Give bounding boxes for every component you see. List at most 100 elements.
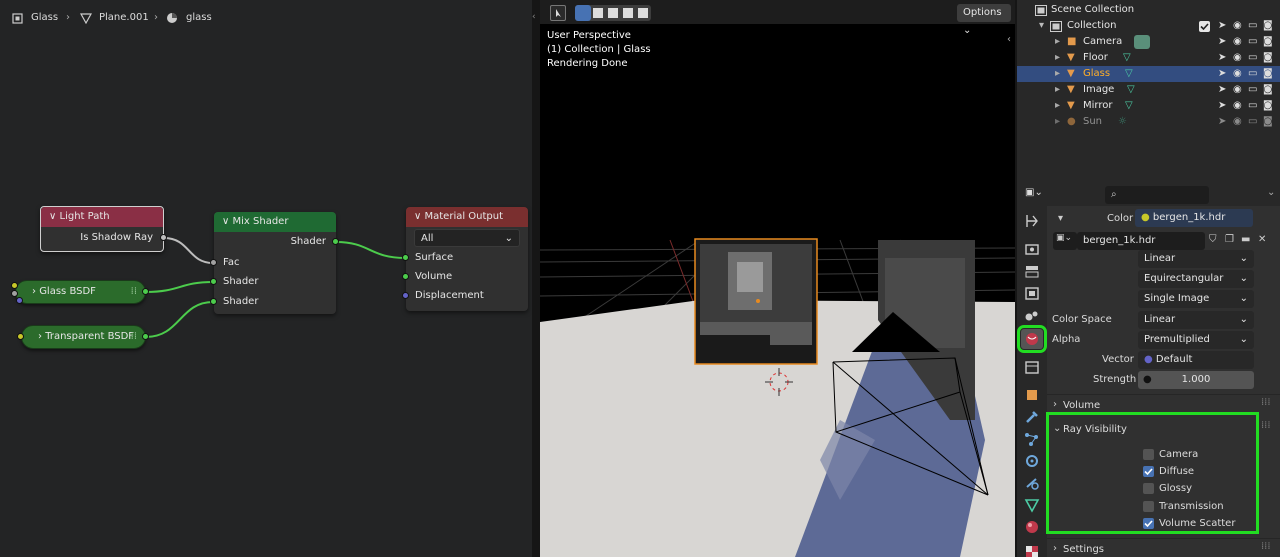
output-tab-icon[interactable] bbox=[1021, 261, 1043, 281]
close-icon[interactable]: ✕ bbox=[1258, 234, 1266, 245]
constraints-tab-icon[interactable] bbox=[1021, 473, 1043, 493]
socket-shader-in-1[interactable] bbox=[210, 278, 217, 285]
eye-icon[interactable]: ◉ bbox=[1233, 34, 1242, 50]
checkbox[interactable] bbox=[1143, 449, 1154, 460]
projection-dropdown[interactable]: Equirectangular ⌄ bbox=[1138, 270, 1254, 288]
eye-icon[interactable]: ◉ bbox=[1233, 50, 1242, 66]
outliner-item-camera[interactable]: ▸ ■ Camera ➤ ◉ ▭ ◙ bbox=[1017, 34, 1280, 50]
select-arrow-icon[interactable]: ➤ bbox=[1218, 98, 1226, 114]
checkbox[interactable] bbox=[1143, 518, 1154, 529]
select-new-icon[interactable] bbox=[575, 5, 591, 21]
interpolation-dropdown[interactable]: Linear ⌄ bbox=[1138, 250, 1254, 268]
expand-toggle-icon[interactable]: ▾ bbox=[1039, 18, 1044, 34]
folder-icon[interactable]: ▬ bbox=[1241, 234, 1250, 245]
eye-icon[interactable]: ◉ bbox=[1233, 98, 1242, 114]
monitor-icon[interactable]: ▭ bbox=[1248, 114, 1257, 130]
select-arrow-icon[interactable]: ➤ bbox=[1218, 34, 1226, 50]
camera-render-icon[interactable]: ◙ bbox=[1263, 18, 1273, 34]
mesh-data-icon[interactable]: ▽ bbox=[1125, 66, 1133, 82]
select-tool-icon[interactable] bbox=[550, 5, 566, 21]
strength-field[interactable]: ● 1.000 bbox=[1138, 371, 1254, 389]
collection-row[interactable]: ▾ Collection ➤ ◉ ▭ ◙ bbox=[1017, 18, 1280, 34]
socket-glass-roughness[interactable] bbox=[11, 290, 18, 297]
data-tab-icon[interactable] bbox=[1021, 495, 1043, 515]
image-browse-icon[interactable]: ▣⌄ bbox=[1053, 232, 1077, 250]
scene-collection-row[interactable]: Scene Collection bbox=[1017, 2, 1280, 18]
options-button[interactable]: Options ⌄ bbox=[957, 4, 1011, 36]
exclude-checkbox[interactable] bbox=[1199, 21, 1210, 32]
outliner-item-sun[interactable]: ▸ ● Sun ☼ ➤ ◉ ▭ ◙ bbox=[1017, 114, 1280, 130]
socket-transparent-color[interactable] bbox=[17, 333, 24, 340]
collapse-icon[interactable]: ▾ bbox=[1058, 213, 1063, 224]
socket-surface[interactable] bbox=[402, 254, 409, 261]
expand-toggle-icon[interactable]: ▸ bbox=[1055, 98, 1060, 114]
texture-tab-icon[interactable] bbox=[1021, 542, 1043, 557]
ray-diffuse-toggle[interactable]: Diffuse bbox=[1143, 465, 1263, 479]
source-dropdown[interactable]: Single Image ⌄ bbox=[1138, 290, 1254, 308]
chevron-down-icon[interactable]: ⌄ bbox=[1267, 187, 1275, 198]
camera-render-icon[interactable]: ◙ bbox=[1263, 66, 1273, 82]
drag-handle-icon[interactable]: ⁞⁞⁞ bbox=[1261, 541, 1271, 552]
camera-render-icon[interactable]: ◙ bbox=[1263, 114, 1273, 130]
outliner-item-mirror[interactable]: ▸ ▼ Mirror ▽ ➤ ◉ ▭ ◙ bbox=[1017, 98, 1280, 114]
shader-node-editor[interactable]: Glass › Plane.001 › glass ∨ Light Path I… bbox=[0, 0, 532, 557]
select-arrow-icon[interactable]: ➤ bbox=[1218, 50, 1226, 66]
fake-user-shield-icon[interactable]: ⛉ bbox=[1209, 234, 1217, 245]
socket-is-shadow-ray[interactable] bbox=[160, 234, 167, 241]
drag-handle-icon[interactable]: ⁞⁞⁞ bbox=[1261, 420, 1271, 431]
eye-icon[interactable]: ◉ bbox=[1233, 18, 1242, 34]
editor-type-icon[interactable]: ▣⌄ bbox=[1025, 187, 1043, 198]
collection-tab-icon[interactable] bbox=[1021, 357, 1043, 377]
scene-tab-icon[interactable] bbox=[1021, 305, 1043, 325]
select-extend-icon[interactable] bbox=[593, 8, 603, 18]
socket-shader-out[interactable] bbox=[332, 238, 339, 245]
select-arrow-icon[interactable]: ➤ bbox=[1218, 18, 1226, 34]
sun-data-icon[interactable]: ☼ bbox=[1118, 114, 1127, 130]
mesh-data-icon[interactable]: ▽ bbox=[1123, 50, 1131, 66]
camera-data-icon[interactable] bbox=[1134, 35, 1150, 49]
chevron-left-icon[interactable]: ‹ bbox=[1007, 34, 1011, 45]
collapse-icon[interactable]: ⌄ bbox=[1053, 423, 1061, 434]
camera-render-icon[interactable]: ◙ bbox=[1263, 34, 1273, 50]
outliner-item-floor[interactable]: ▸ ▼ Floor ▽ ➤ ◉ ▭ ◙ bbox=[1017, 50, 1280, 66]
select-invert-icon[interactable] bbox=[623, 8, 633, 18]
object-tab-icon[interactable] bbox=[1021, 385, 1043, 405]
expand-toggle-icon[interactable]: ▸ bbox=[1055, 34, 1060, 50]
checkbox[interactable] bbox=[1143, 501, 1154, 512]
socket-fac[interactable] bbox=[210, 259, 217, 266]
expand-toggle-icon[interactable]: ▸ bbox=[1055, 66, 1060, 82]
ray-glossy-toggle[interactable]: Glossy bbox=[1143, 482, 1263, 496]
select-arrow-icon[interactable]: ➤ bbox=[1218, 114, 1226, 130]
monitor-icon[interactable]: ▭ bbox=[1248, 34, 1257, 50]
monitor-icon[interactable]: ▭ bbox=[1248, 66, 1257, 82]
particles-tab-icon[interactable] bbox=[1021, 429, 1043, 449]
select-arrow-icon[interactable]: ➤ bbox=[1218, 82, 1226, 98]
world-tab-icon[interactable] bbox=[1017, 325, 1047, 353]
render-tab-icon[interactable] bbox=[1021, 239, 1043, 259]
outliner-item-glass[interactable]: ▸ ▼ Glass ▽ ➤ ◉ ▭ ◙ bbox=[1017, 66, 1280, 82]
3d-viewport[interactable]: Options ⌄ User Perspective (1) Collectio… bbox=[540, 0, 1015, 557]
collapse-icon[interactable]: ∨ bbox=[414, 211, 425, 222]
color-space-dropdown[interactable]: Linear ⌄ bbox=[1138, 311, 1254, 329]
socket-glass-color[interactable] bbox=[11, 282, 18, 289]
socket-displacement[interactable] bbox=[402, 292, 409, 299]
drag-handle-icon[interactable]: ⁞⁞⁞ bbox=[1261, 397, 1271, 408]
area-divider[interactable]: ‹ bbox=[532, 0, 540, 557]
outliner[interactable]: Scene Collection ▾ Collection ➤ ◉ ▭ ◙ ▸ … bbox=[1017, 0, 1280, 182]
collapse-icon[interactable]: ∨ bbox=[49, 211, 60, 222]
monitor-icon[interactable]: ▭ bbox=[1248, 98, 1257, 114]
monitor-icon[interactable]: ▭ bbox=[1248, 18, 1257, 34]
socket-volume[interactable] bbox=[402, 273, 409, 280]
ray-transmission-toggle[interactable]: Transmission bbox=[1143, 500, 1263, 514]
checkbox[interactable] bbox=[1143, 466, 1154, 477]
vector-field[interactable]: ● Default bbox=[1138, 351, 1254, 369]
properties-search[interactable]: ⌕ bbox=[1105, 186, 1209, 204]
collapse-icon[interactable]: ∨ bbox=[222, 216, 233, 227]
camera-render-icon[interactable]: ◙ bbox=[1263, 50, 1273, 66]
volume-panel-header[interactable]: › Volume ⁞⁞⁞ bbox=[1047, 394, 1280, 412]
eye-icon[interactable]: ◉ bbox=[1233, 82, 1242, 98]
mesh-data-icon[interactable]: ▽ bbox=[1125, 98, 1133, 114]
material-tab-icon[interactable] bbox=[1021, 517, 1043, 537]
physics-tab-icon[interactable] bbox=[1021, 451, 1043, 471]
outliner-item-image[interactable]: ▸ ▼ Image ▽ ➤ ◉ ▭ ◙ bbox=[1017, 82, 1280, 98]
